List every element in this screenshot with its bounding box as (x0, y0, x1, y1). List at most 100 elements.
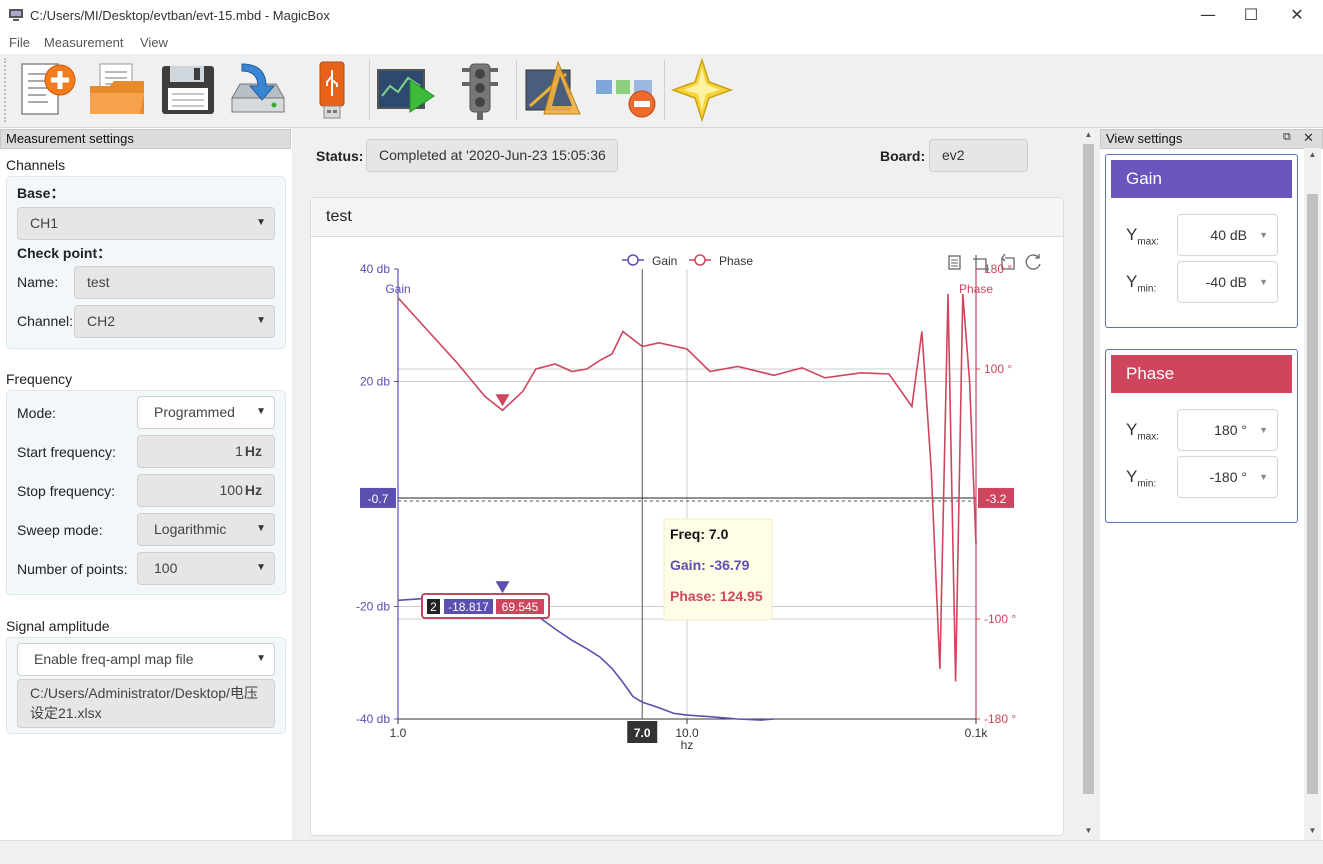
signal-mode-value: Enable freq-ampl map file (34, 651, 194, 667)
chevron-down-icon: ▼ (256, 315, 266, 326)
phase-settings-card: Phase Ymax: 180 ° ▼ Ymin: -180 ° ▼ (1105, 349, 1298, 523)
phase-ymax-label: Ymax: (1126, 420, 1160, 443)
gain-ymax-label: Ymax: (1126, 225, 1160, 248)
toolbar-separator (664, 60, 665, 120)
chevron-down-icon: ▼ (256, 653, 266, 664)
legend-gain-label: Gain (652, 254, 677, 268)
channels-group: Base： CH1 ▼ Check point： Name: test Chann… (6, 176, 286, 349)
sweep-mode-label: Sweep mode: (17, 522, 103, 538)
start-frequency-unit: Hz (244, 443, 262, 459)
gain-ymin-select[interactable]: -40 dB ▼ (1177, 261, 1278, 303)
maximize-button[interactable]: ☐ (1228, 0, 1274, 32)
chart-card: test Gain Phase Gain Phase 40 db 20 db -20 db -… (310, 197, 1064, 836)
scroll-down-icon[interactable]: ▼ (1080, 826, 1097, 835)
disconnect-board-icon[interactable] (594, 58, 658, 122)
window-title: C:/Users/MI/Desktop/evtban/evt-15.mbd - … (30, 8, 330, 23)
base-channel-value: CH1 (30, 215, 59, 231)
toolbar-separator (516, 60, 517, 120)
import-disk-icon[interactable] (226, 58, 290, 122)
gain-ymax-select[interactable]: 40 dB ▼ (1177, 214, 1278, 256)
scroll-up-icon[interactable]: ▲ (1080, 130, 1097, 139)
toolbar (0, 54, 1323, 128)
close-panel-icon[interactable]: ✕ (1303, 130, 1314, 146)
gain-tick-label: 20 db (360, 375, 390, 389)
mode-label: Mode: (17, 405, 56, 421)
toolbar-grip (4, 58, 7, 122)
phase-ymin-select[interactable]: -180 ° ▼ (1177, 456, 1278, 498)
hover-tooltip-gain: Gain: -36.79 (670, 557, 750, 573)
save-floppy-icon[interactable] (156, 58, 220, 122)
window-title-bar: C:/Users/MI/Desktop/evtban/evt-15.mbd - … (0, 0, 1323, 32)
measurement-settings-panel: Measurement settings Channels Base： CH1 ▼… (0, 128, 292, 840)
gain-tick-label: -40 db (356, 712, 390, 726)
x-tick-label: 0.1k (965, 726, 989, 740)
scroll-up-icon[interactable]: ▲ (1304, 150, 1321, 159)
board-label: Board: (880, 148, 926, 164)
open-folder-icon[interactable] (86, 58, 150, 122)
status-value: Completed at '2020-Jun-23 15:05:36 (366, 139, 618, 172)
menu-bar: File Measurement View (0, 32, 1323, 54)
mode-select[interactable]: Programmed ▼ (137, 396, 275, 429)
frequency-section-label: Frequency (6, 371, 73, 387)
status-label: Status: (316, 148, 364, 164)
center-scrollbar[interactable]: ▲ ▼ (1080, 128, 1097, 840)
hover-tooltip-freq: Freq: 7.0 (670, 526, 729, 542)
chevron-down-icon: ▼ (1259, 472, 1268, 482)
marker-tooltip-phase: 69.545 (502, 600, 539, 614)
usb-stick-icon[interactable] (302, 58, 366, 122)
phase-ymax-select[interactable]: 180 ° ▼ (1177, 409, 1278, 451)
crosshair-x-label: 7.0 (634, 726, 651, 740)
base-channel-select[interactable]: CH1 ▼ (17, 207, 275, 240)
chart-card-title: test (311, 198, 1063, 237)
traffic-light-icon[interactable] (448, 58, 512, 122)
signal-mode-select[interactable]: Enable freq-ampl map file ▼ (17, 643, 275, 676)
menu-measurement[interactable]: Measurement (44, 35, 123, 50)
scroll-down-icon[interactable]: ▼ (1304, 826, 1321, 835)
gain-tick-label: -20 db (356, 600, 390, 614)
chevron-down-icon: ▼ (1259, 425, 1268, 435)
bode-chart[interactable]: Gain PhaseGain Phase40 db20 db-20 db-40 db… (311, 238, 1063, 835)
channel-select[interactable]: CH2 ▼ (74, 305, 275, 338)
name-input[interactable]: test (74, 266, 275, 299)
map-file-path-field[interactable]: C:/Users/Administrator/Desktop/电压 设定21.x… (17, 679, 275, 728)
name-label: Name: (17, 274, 59, 290)
close-button[interactable]: ✕ (1274, 0, 1320, 32)
number-of-points-label: Number of points: (17, 561, 128, 577)
gain-marker (495, 581, 510, 594)
center-area: Status: Completed at '2020-Jun-23 15:05:… (294, 128, 1080, 840)
chevron-down-icon: ▼ (256, 562, 266, 573)
frequency-group: Mode: Programmed ▼ Start frequency: 1 Hz S… (6, 390, 286, 595)
start-frequency-input[interactable]: 1 Hz (137, 435, 275, 468)
number-of-points-select[interactable]: 100 ▼ (137, 552, 275, 585)
new-document-icon[interactable] (16, 58, 80, 122)
right-panel-scrollbar[interactable]: ▲ ▼ (1304, 148, 1321, 840)
start-frequency-value: 1 (235, 443, 243, 459)
legend-phase-label: Phase (719, 254, 753, 268)
map-file-path-line2: 设定21.xlsx (30, 705, 102, 721)
restore-icon[interactable] (1025, 254, 1041, 270)
favorite-star-icon[interactable] (670, 58, 734, 122)
gain-settings-title: Gain (1111, 160, 1292, 198)
check-point-label: Check point： (17, 245, 112, 261)
scroll-thumb[interactable] (1083, 144, 1094, 794)
marker-tooltip-gain: -18.817 (448, 600, 489, 614)
stop-frequency-label: Stop frequency: (17, 483, 116, 499)
run-measurement-icon[interactable] (374, 58, 438, 122)
data-view-icon[interactable] (948, 255, 961, 270)
stop-frequency-input[interactable]: 100 Hz (137, 474, 275, 507)
marker-tooltip-index: 2 (430, 600, 437, 614)
chevron-down-icon: ▼ (256, 523, 266, 534)
minimize-button[interactable]: — (1185, 0, 1231, 32)
chevron-down-icon: ▼ (256, 217, 266, 228)
menu-file[interactable]: File (9, 35, 30, 50)
signal-amplitude-group: Enable freq-ampl map file ▼ C:/Users/Admi… (6, 637, 286, 734)
scroll-thumb[interactable] (1307, 194, 1318, 794)
legend-gain-symbol (627, 254, 639, 266)
crosshair-gain-label: -0.7 (368, 492, 389, 506)
menu-view[interactable]: View (140, 35, 168, 50)
mode-value: Programmed (154, 404, 235, 420)
float-panel-icon[interactable]: ⧉ (1283, 131, 1291, 144)
channels-section-label: Channels (6, 157, 66, 173)
sweep-mode-select[interactable]: Logarithmic ▼ (137, 513, 275, 546)
geometry-tools-icon[interactable] (520, 58, 584, 122)
